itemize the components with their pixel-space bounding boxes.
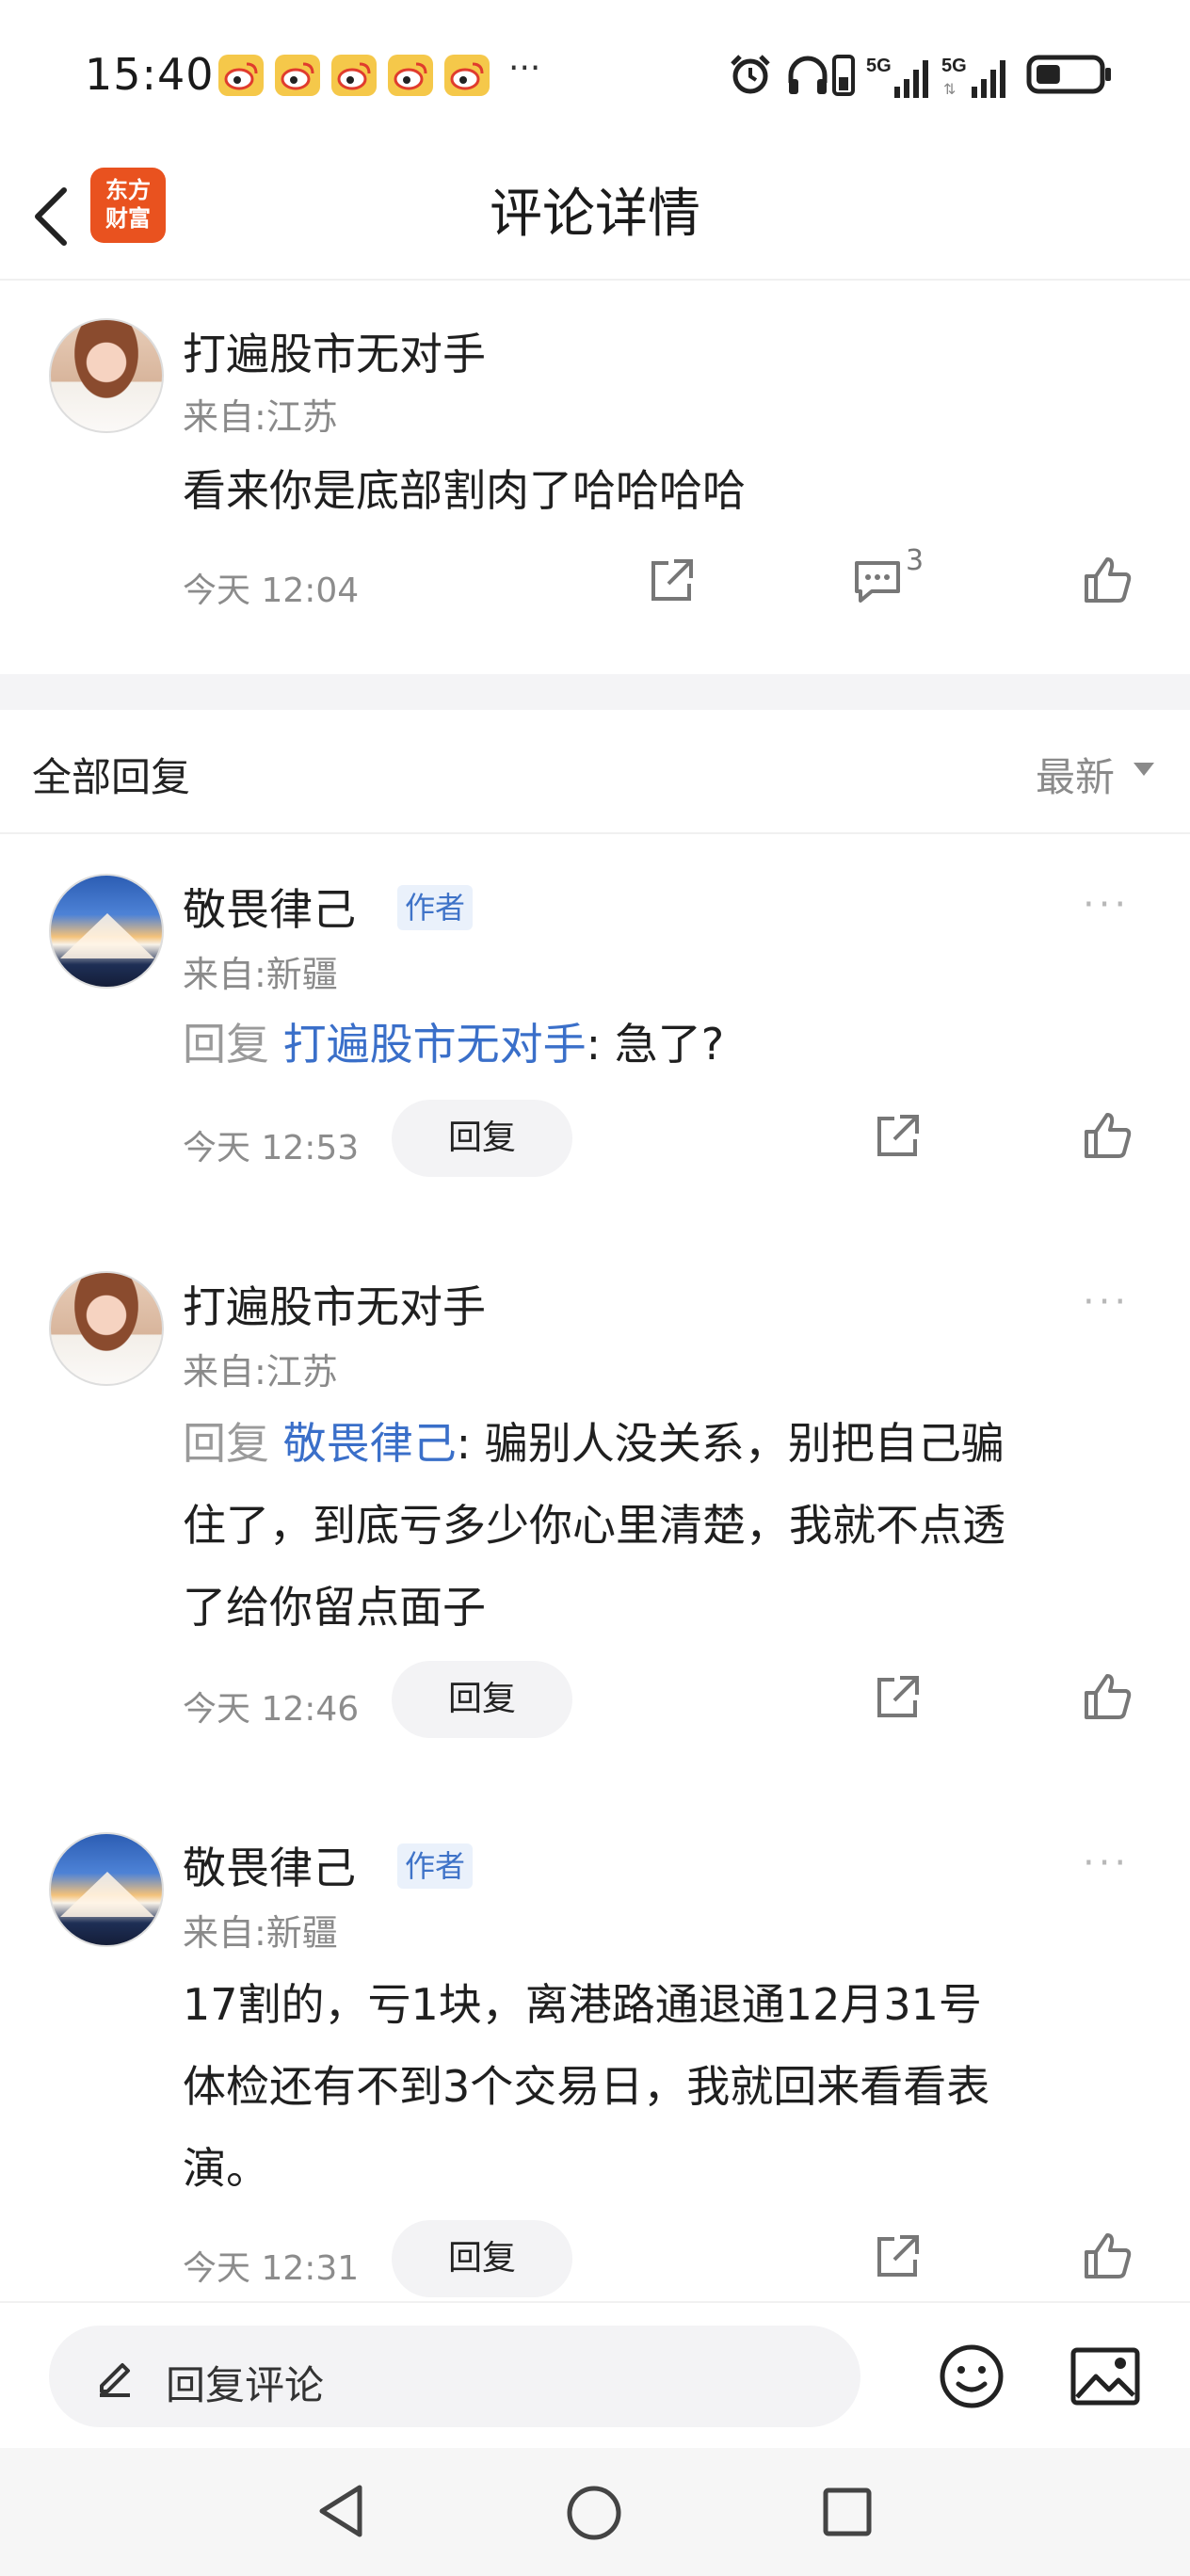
- signal-5g-icon: 5G: [866, 56, 928, 98]
- caret-down-icon[interactable]: [1134, 763, 1154, 776]
- replier-name[interactable]: 打遍股市无对手: [183, 1273, 486, 1335]
- comment-input-bar: 回复评论: [0, 2301, 1190, 2448]
- reply-time: 今天 12:53: [183, 1129, 360, 1167]
- replies-header: 全部回复 最新: [0, 710, 1190, 834]
- reply-prefix: 回复: [183, 1019, 269, 1070]
- section-divider: [0, 674, 1190, 710]
- comment-text: 看来你是底部割肉了哈哈哈哈: [183, 465, 746, 516]
- nav-back-icon[interactable]: [313, 2482, 369, 2540]
- reply-body-line: 了给你留点面子: [183, 1582, 486, 1633]
- like-icon[interactable]: [1081, 554, 1134, 606]
- weibo-notification-icon: [444, 55, 490, 96]
- status-time: 15:40: [85, 49, 215, 100]
- nav-recents-icon[interactable]: [821, 2486, 874, 2538]
- weibo-notification-icon: [331, 55, 377, 96]
- reply-to-user[interactable]: 敬畏律己: [283, 1418, 457, 1469]
- author-badge: 作者: [397, 1843, 474, 1889]
- reply-button[interactable]: 回复: [392, 2220, 572, 2297]
- image-icon[interactable]: [1069, 2346, 1141, 2407]
- pencil-icon: [100, 2363, 130, 2397]
- reply-time: 今天 12:46: [183, 1690, 360, 1729]
- emoji-icon[interactable]: [938, 2343, 1005, 2410]
- like-icon[interactable]: [1081, 1109, 1134, 1162]
- reply-input[interactable]: 回复评论: [49, 2326, 860, 2427]
- commenter-name[interactable]: 打遍股市无对手: [183, 320, 486, 382]
- status-bar: 15:40 ··· 5G 5G ⇅: [0, 0, 1190, 151]
- replier-name[interactable]: 敬畏律己: [183, 1834, 356, 1896]
- battery-icon: [1026, 55, 1111, 94]
- more-options-icon[interactable]: ···: [1083, 1842, 1130, 1885]
- system-nav-bar: [0, 2448, 1190, 2576]
- weibo-notification-icon: [275, 55, 320, 96]
- replier-location: 来自:新疆: [183, 954, 338, 995]
- reply-body: : 急了?: [586, 1019, 725, 1070]
- svg-text:⇅: ⇅: [943, 82, 956, 98]
- page-title: 评论详情: [490, 184, 700, 245]
- reply-text: 17割的，亏1块，离港路通退通12月31号 体检还有不到3个交易日，我就回来看看…: [183, 1964, 1162, 2210]
- weibo-notification-icon: [218, 55, 264, 96]
- comment-time: 今天 12:04: [183, 572, 360, 610]
- reply-prefix: 回复: [183, 1418, 269, 1469]
- reply-body-line: 演。: [183, 2143, 269, 2194]
- share-icon[interactable]: [872, 1111, 923, 1162]
- svg-text:5G: 5G: [941, 56, 967, 76]
- nav-home-icon[interactable]: [565, 2484, 623, 2542]
- reply-text: 回复 敬畏律己: 骗别人没关系，别把自己骗 住了，到底亏多少你心里清楚，我就不点…: [183, 1403, 1162, 1649]
- signal-5g-icon: 5G ⇅: [941, 56, 1005, 98]
- reply-text: 回复 打遍股市无对手: 急了?: [183, 1004, 724, 1086]
- avatar[interactable]: [49, 318, 164, 433]
- avatar[interactable]: [49, 874, 164, 989]
- comment-icon[interactable]: [851, 555, 904, 606]
- commenter-location: 来自:江苏: [183, 396, 338, 438]
- author-badge: 作者: [397, 885, 474, 930]
- like-icon[interactable]: [1081, 2230, 1134, 2282]
- replier-location: 来自:江苏: [183, 1351, 338, 1393]
- top-app-bar: 东方 财富 评论详情: [0, 151, 1190, 281]
- svg-text:5G: 5G: [866, 56, 892, 76]
- replier-location: 来自:新疆: [183, 1912, 338, 1954]
- like-icon[interactable]: [1081, 1670, 1134, 1723]
- reply-button[interactable]: 回复: [392, 1661, 572, 1738]
- share-icon[interactable]: [872, 1672, 923, 1723]
- avatar[interactable]: [49, 1832, 164, 1947]
- phone-battery-icon: [832, 55, 855, 96]
- reply-body-line: 住了，到底亏多少你心里清楚，我就不点透: [183, 1500, 1005, 1551]
- more-options-icon[interactable]: ···: [1083, 1280, 1130, 1324]
- alarm-icon: [731, 55, 770, 94]
- reply-input-placeholder: 回复评论: [166, 2362, 325, 2408]
- reply-button[interactable]: 回复: [392, 1100, 572, 1177]
- reply-to-user[interactable]: 打遍股市无对手: [283, 1019, 587, 1070]
- avatar[interactable]: [49, 1271, 164, 1386]
- reply-count: 3: [906, 544, 925, 577]
- share-icon[interactable]: [646, 555, 697, 606]
- reply-body-line: 17割的，亏1块，离港路通退通12月31号: [183, 1979, 982, 2030]
- headphones-icon: [788, 56, 828, 94]
- reply-body-line: : 骗别人没关系，别把自己骗: [456, 1418, 1005, 1469]
- more-options-icon[interactable]: ···: [1083, 883, 1130, 926]
- sort-dropdown[interactable]: 最新: [1036, 746, 1115, 803]
- replier-name[interactable]: 敬畏律己: [183, 876, 356, 938]
- reply-body-line: 体检还有不到3个交易日，我就回来看看表: [183, 2061, 990, 2112]
- more-notifications-icon: ···: [508, 49, 541, 88]
- share-icon[interactable]: [872, 2231, 923, 2282]
- weibo-notification-icon: [388, 55, 433, 96]
- all-replies-title: 全部回复: [32, 754, 191, 800]
- reply-time: 今天 12:31: [183, 2249, 360, 2288]
